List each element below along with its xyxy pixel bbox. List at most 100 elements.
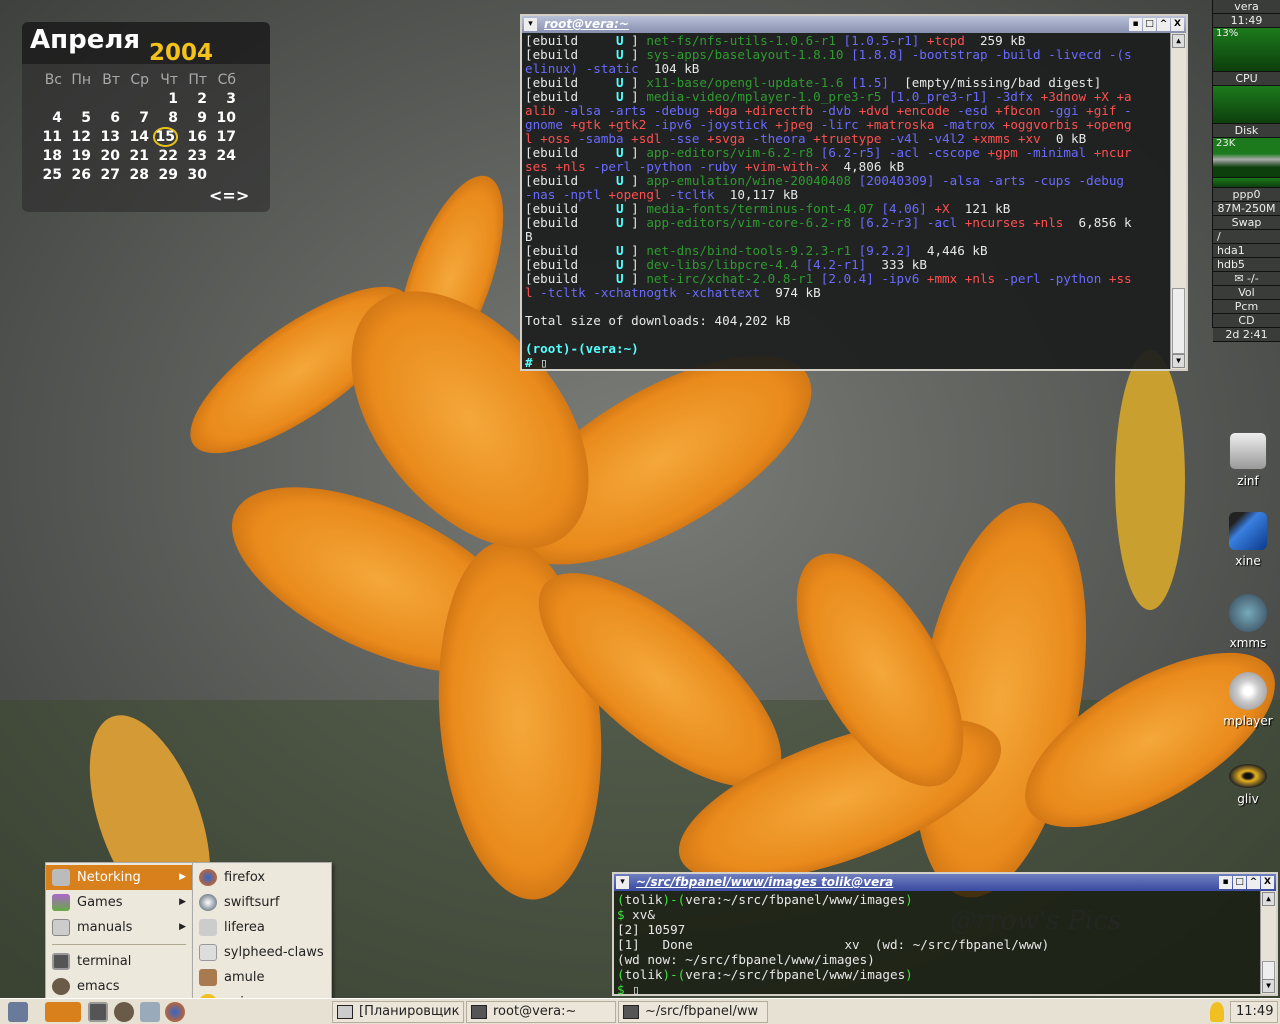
desktop-icon-xine[interactable]: xine	[1218, 512, 1278, 568]
calendar-day[interactable]	[65, 89, 94, 108]
gaim-tray-icon[interactable]	[1210, 1002, 1224, 1022]
minimize-button[interactable]: ▪	[1219, 876, 1232, 889]
menu-launcher-icon[interactable]	[45, 1002, 81, 1022]
image-viewer-launcher-icon[interactable]	[140, 1002, 160, 1022]
task-button-root-terminal[interactable]: root@vera:~	[466, 1001, 616, 1023]
calendar-day[interactable]	[123, 89, 152, 108]
terminal-text: +jpeg	[767, 117, 814, 132]
calendar-day[interactable]: 3	[210, 89, 239, 108]
calendar-day[interactable]: 25	[36, 165, 65, 184]
maximize-button[interactable]: □	[1143, 18, 1156, 31]
calendar-day[interactable]: 17	[210, 127, 239, 146]
desktop-icon-mplayer[interactable]: mplayer	[1218, 672, 1278, 728]
calendar-day[interactable]: 6	[94, 108, 123, 127]
menu-item-manuals[interactable]: manuals ▶	[46, 915, 192, 940]
calendar-day[interactable]	[210, 165, 239, 184]
calendar-nav-button[interactable]: <=>	[209, 186, 249, 205]
calendar-day[interactable]	[36, 89, 65, 108]
calendar-day[interactable]: 26	[65, 165, 94, 184]
mail-status[interactable]: ✉ -/-	[1213, 272, 1280, 286]
calendar-day[interactable]: 29	[152, 165, 181, 184]
calendar-day[interactable]: 18	[36, 146, 65, 165]
calendar-day[interactable]: 13	[94, 127, 123, 146]
calendar-day[interactable]	[94, 89, 123, 108]
window-menu-icon[interactable]: ▾	[524, 18, 537, 31]
menu-item-games[interactable]: Games ▶	[46, 890, 192, 915]
terminal-output[interactable]: [ebuild U ] net-fs/nfs-utils-1.0.6-r1 [1…	[522, 33, 1186, 370]
desktop-icon-gliv[interactable]: gliv	[1218, 758, 1278, 806]
calendar-day[interactable]: 23	[181, 146, 210, 165]
calendar-day[interactable]: 19	[65, 146, 94, 165]
calendar-day[interactable]: 10	[210, 108, 239, 127]
scroll-thumb[interactable]	[1172, 288, 1185, 354]
games-icon	[52, 894, 70, 911]
calendar-day[interactable]: 7	[123, 108, 152, 127]
calendar-day[interactable]: 11	[36, 127, 65, 146]
firefox-launcher-icon[interactable]	[165, 1002, 185, 1022]
calendar-day[interactable]: 14	[123, 127, 152, 146]
emacs-launcher-icon[interactable]	[114, 1002, 134, 1022]
show-desktop-icon[interactable]	[8, 1002, 28, 1022]
mixer-pcm[interactable]: Pcm	[1213, 300, 1280, 314]
terminal-window-root[interactable]: ▾ root@vera:~ ▪ □ ^ X [ebuild U ] net-fs/nf…	[520, 14, 1188, 371]
window-menu-icon[interactable]: ▾	[616, 876, 629, 889]
calendar-day[interactable]: 12	[65, 127, 94, 146]
fs-hdb5[interactable]: hdb5	[1213, 258, 1280, 272]
calendar-day[interactable]: 30	[181, 165, 210, 184]
calendar-day[interactable]: 4	[36, 108, 65, 127]
shade-button[interactable]: ^	[1247, 876, 1260, 889]
clock[interactable]: 11:49	[1230, 1001, 1278, 1023]
terminal-launcher-icon[interactable]	[88, 1002, 108, 1022]
menu-item-swiftsurf[interactable]: swiftsurf	[193, 890, 331, 915]
terminal-text: U	[616, 89, 624, 104]
fs-root[interactable]: /	[1213, 230, 1280, 244]
desktop-icon-xmms[interactable]: xmms	[1218, 594, 1278, 650]
scroll-down-icon[interactable]: ▼	[1172, 354, 1185, 368]
scroll-thumb[interactable]	[1262, 961, 1275, 981]
menu-item-firefox[interactable]: firefox	[193, 865, 331, 890]
mixer-cd[interactable]: CD	[1213, 314, 1280, 328]
menu-item-emacs[interactable]: emacs	[46, 974, 192, 999]
menu-item-terminal[interactable]: terminal	[46, 949, 192, 974]
scroll-down-icon[interactable]: ▼	[1262, 979, 1275, 993]
fs-hda1[interactable]: hda1	[1213, 244, 1280, 258]
menu-item-sylpheed-claws[interactable]: sylpheed-claws	[193, 940, 331, 965]
calendar-day[interactable]: 21	[123, 146, 152, 165]
scroll-up-icon[interactable]: ▲	[1172, 34, 1185, 48]
calendar-day-today[interactable]: 15	[152, 126, 181, 147]
mixer-vol[interactable]: Vol	[1213, 286, 1280, 300]
shade-button[interactable]: ^	[1157, 18, 1170, 31]
window-titlebar[interactable]: ▾ ~/src/fbpanel/www/images tolik@vera ▪ □…	[614, 874, 1276, 891]
maximize-button[interactable]: □	[1233, 876, 1246, 889]
close-button[interactable]: X	[1261, 876, 1274, 889]
calendar-day[interactable]: 9	[181, 108, 210, 127]
calendar-day[interactable]: 27	[94, 165, 123, 184]
calendar-day[interactable]: 22	[152, 146, 181, 165]
scrollbar[interactable]: ▲ ▼	[1260, 891, 1276, 994]
menu-item-liferea[interactable]: liferea	[193, 915, 331, 940]
minimize-button[interactable]: ▪	[1129, 18, 1142, 31]
terminal-window-tolik[interactable]: ▾ ~/src/fbpanel/www/images tolik@vera ▪ □…	[612, 872, 1278, 997]
close-button[interactable]: X	[1171, 18, 1184, 31]
scroll-up-icon[interactable]: ▲	[1262, 892, 1275, 906]
terminal-line: [ebuild U ] x11-base/opengl-update-1.6 […	[525, 76, 1186, 90]
calendar-day[interactable]: 28	[123, 165, 152, 184]
task-button-scheduler[interactable]: [Планировщик за	[332, 1001, 464, 1023]
terminal-text: +svga	[699, 131, 745, 146]
calendar-day[interactable]: 16	[181, 127, 210, 146]
calendar-day[interactable]: 1	[152, 89, 181, 108]
calendar-day[interactable]: 2	[181, 89, 210, 108]
terminal-text: [ebuild	[525, 243, 616, 258]
window-titlebar[interactable]: ▾ root@vera:~ ▪ □ ^ X	[522, 16, 1186, 33]
scrollbar[interactable]: ▲ ▼	[1170, 33, 1186, 369]
calendar-day[interactable]: 5	[65, 108, 94, 127]
calendar-day[interactable]: 8	[152, 108, 181, 127]
task-button-tolik-terminal[interactable]: ~/src/fbpanel/ww	[618, 1001, 768, 1023]
terminal-output[interactable]: (tolik)-(vera:~/src/fbpanel/www/images) $…	[614, 891, 1276, 997]
menu-item-networking[interactable]: Netorking ▶	[46, 865, 192, 890]
menu-item-amule[interactable]: amule	[193, 965, 331, 990]
desktop-icon-zinf[interactable]: zinf	[1218, 432, 1278, 488]
calendar-day[interactable]: 20	[94, 146, 123, 165]
calendar-day[interactable]: 24	[210, 146, 239, 165]
icon-label: mplayer	[1223, 714, 1273, 728]
